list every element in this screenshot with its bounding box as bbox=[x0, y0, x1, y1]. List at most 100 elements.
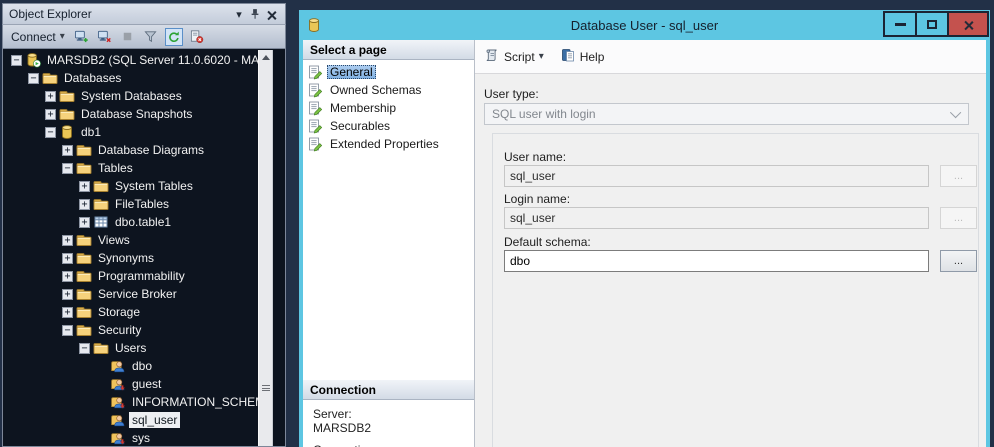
user-disabled-icon bbox=[110, 430, 126, 446]
user-icon bbox=[110, 412, 126, 428]
page-icon bbox=[307, 82, 323, 98]
expander-icon[interactable]: + bbox=[45, 109, 56, 120]
folder-icon bbox=[76, 250, 92, 266]
object-explorer-panel: Object Explorer ▾ Connect ▾ bbox=[2, 3, 286, 447]
script-icon bbox=[484, 47, 500, 66]
dialog-left-pane: Select a page General Owned Schemas Memb… bbox=[303, 40, 475, 447]
expander-icon[interactable]: + bbox=[62, 307, 73, 318]
page-list: General Owned Schemas Membership Securab… bbox=[303, 60, 474, 380]
maximize-icon bbox=[927, 20, 937, 29]
expander-icon[interactable]: − bbox=[79, 343, 90, 354]
dialog-titlebar[interactable]: Database User - sql_user bbox=[303, 10, 986, 40]
tree-item-database-snapshots[interactable]: + Database Snapshots bbox=[3, 105, 261, 123]
expander-icon[interactable]: + bbox=[62, 235, 73, 246]
tree-item-database-diagrams[interactable]: + Database Diagrams bbox=[3, 141, 261, 159]
folder-icon bbox=[42, 70, 58, 86]
expander-icon[interactable]: + bbox=[79, 217, 90, 228]
table-icon bbox=[93, 214, 109, 230]
expander-icon[interactable]: + bbox=[62, 289, 73, 300]
server-value: MARSDB2 bbox=[313, 421, 474, 435]
tree-item-db1[interactable]: − db1 bbox=[3, 123, 261, 141]
tree-item-dbo[interactable]: dbo bbox=[3, 357, 261, 375]
tree-item-system-tables[interactable]: + System Tables bbox=[3, 177, 261, 195]
screen: Object Explorer ▾ Connect ▾ bbox=[0, 0, 994, 447]
login-name-field bbox=[504, 207, 929, 229]
expander-icon[interactable]: − bbox=[62, 163, 73, 174]
refresh-icon[interactable] bbox=[165, 28, 183, 46]
expander-icon[interactable]: − bbox=[11, 55, 22, 66]
folder-icon bbox=[76, 304, 92, 320]
expander-icon[interactable]: + bbox=[79, 199, 90, 210]
object-explorer-tree: − MARSDB2 (SQL Server 11.0.6020 - MARSD … bbox=[2, 49, 286, 447]
expander-icon[interactable]: + bbox=[45, 91, 56, 102]
page-item-securables[interactable]: Securables bbox=[303, 117, 474, 135]
connection-label: Connection: bbox=[313, 443, 474, 447]
connect-object-icon[interactable] bbox=[73, 28, 91, 46]
page-item-general[interactable]: General bbox=[303, 63, 474, 81]
script-error-icon[interactable] bbox=[188, 28, 206, 46]
tree-item-system-databases[interactable]: + System Databases bbox=[3, 87, 261, 105]
connection-header: Connection bbox=[303, 380, 474, 400]
folder-icon bbox=[93, 196, 109, 212]
tree-item-service-broker[interactable]: + Service Broker bbox=[3, 285, 261, 303]
close-icon[interactable] bbox=[263, 7, 279, 21]
script-button[interactable]: Script ▾ bbox=[484, 47, 544, 66]
help-icon bbox=[560, 47, 576, 66]
tree-item-databases[interactable]: − Databases bbox=[3, 69, 261, 87]
default-schema-field[interactable] bbox=[504, 250, 929, 272]
tree-item-views[interactable]: + Views bbox=[3, 231, 261, 249]
user-icon bbox=[110, 358, 126, 374]
expander-icon[interactable]: + bbox=[62, 145, 73, 156]
tree-item-sys[interactable]: sys bbox=[3, 429, 261, 447]
tree-item-storage[interactable]: + Storage bbox=[3, 303, 261, 321]
expander-icon[interactable]: + bbox=[79, 181, 90, 192]
page-item-extended-properties[interactable]: Extended Properties bbox=[303, 135, 474, 153]
expander-icon[interactable]: + bbox=[62, 271, 73, 282]
scroll-up-icon[interactable] bbox=[262, 55, 270, 60]
tree-item-programmability[interactable]: + Programmability bbox=[3, 267, 261, 285]
page-item-membership[interactable]: Membership bbox=[303, 99, 474, 117]
page-item-owned-schemas[interactable]: Owned Schemas bbox=[303, 81, 474, 99]
tree-item-information-schem[interactable]: INFORMATION_SCHEM bbox=[3, 393, 261, 411]
tree-item-users[interactable]: − Users bbox=[3, 339, 261, 357]
tree-item-security[interactable]: − Security bbox=[3, 321, 261, 339]
minimize-button[interactable] bbox=[883, 11, 917, 37]
user-disabled-icon bbox=[110, 394, 126, 410]
user-disabled-icon bbox=[110, 376, 126, 392]
vertical-scrollbar[interactable] bbox=[258, 50, 273, 447]
user-name-browse-button: ... bbox=[940, 165, 977, 187]
expander-icon[interactable]: − bbox=[45, 127, 56, 138]
tree-item-synonyms[interactable]: + Synonyms bbox=[3, 249, 261, 267]
script-dropdown-icon[interactable]: ▾ bbox=[539, 51, 544, 62]
expander-icon[interactable]: − bbox=[62, 325, 73, 336]
object-explorer-title: Object Explorer bbox=[9, 7, 92, 21]
scrollbar-grip[interactable] bbox=[262, 385, 270, 391]
tree-item-dbo-table1[interactable]: + dbo.table1 bbox=[3, 213, 261, 231]
folder-icon bbox=[76, 268, 92, 284]
page-icon bbox=[307, 118, 323, 134]
tree-item-tables[interactable]: − Tables bbox=[3, 159, 261, 177]
filter-icon[interactable] bbox=[142, 28, 160, 46]
folder-icon bbox=[76, 286, 92, 302]
help-button[interactable]: Help bbox=[560, 47, 605, 66]
connect-dropdown-icon: ▾ bbox=[60, 31, 65, 42]
object-explorer-titlebar[interactable]: Object Explorer ▾ bbox=[2, 3, 286, 24]
tree-item-guest[interactable]: guest bbox=[3, 375, 261, 393]
expander-icon[interactable]: + bbox=[62, 253, 73, 264]
expander-icon[interactable]: − bbox=[28, 73, 39, 84]
connect-button[interactable]: Connect ▾ bbox=[8, 29, 68, 45]
close-button[interactable] bbox=[947, 11, 989, 37]
auto-hide-pin-icon[interactable] bbox=[247, 7, 263, 21]
dialog-main-pane: Script ▾ Help User type: SQL user with l… bbox=[475, 40, 986, 447]
close-icon bbox=[964, 20, 973, 29]
tree-item-filetables[interactable]: + FileTables bbox=[3, 195, 261, 213]
server-database-icon bbox=[25, 52, 41, 68]
general-page-content: User type: SQL user with login User name… bbox=[475, 74, 986, 447]
default-schema-browse-button[interactable]: ... bbox=[940, 250, 977, 272]
tree-item-marsdb2-sql-server-11-0-6020-mar[interactable]: − MARSDB2 (SQL Server 11.0.6020 - MARSD bbox=[3, 51, 261, 69]
window-position-menu-icon[interactable]: ▾ bbox=[231, 7, 247, 21]
disconnect-object-icon[interactable] bbox=[96, 28, 114, 46]
tree-item-sql-user[interactable]: sql_user bbox=[3, 411, 261, 429]
maximize-button[interactable] bbox=[915, 11, 949, 37]
dialog-toolbar: Script ▾ Help bbox=[475, 40, 986, 74]
